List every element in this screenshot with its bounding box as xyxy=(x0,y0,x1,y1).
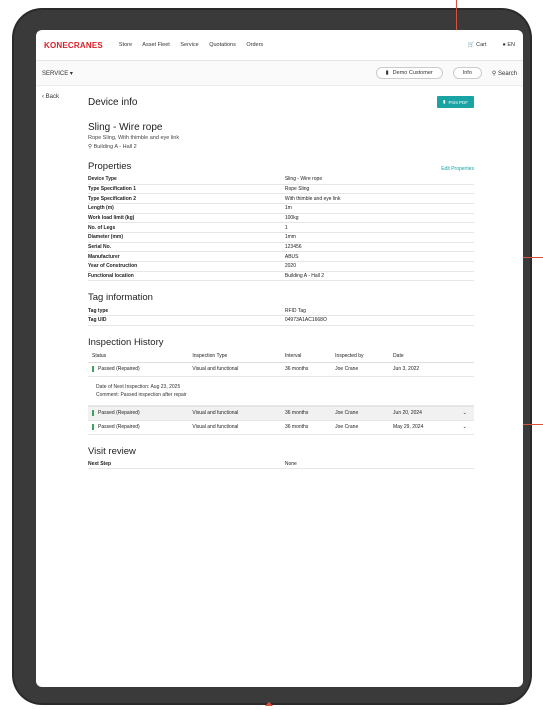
chevron-down-icon: ▾ xyxy=(69,70,73,77)
status-badge: Passed (Repaired) xyxy=(92,424,140,431)
nav-store[interactable]: Store xyxy=(119,42,132,48)
page-title: Device info xyxy=(88,96,138,108)
app-screen: KONECRANES Store Asset Fleet Service Quo… xyxy=(36,30,523,687)
chevron-left-icon: ‹ xyxy=(42,94,44,100)
search-button[interactable]: ⚲ Search xyxy=(492,70,517,77)
table-row: Serial No. 123456 xyxy=(88,242,474,253)
device-name: Sling - Wire rope xyxy=(88,122,163,133)
table-header: Status Inspection Type Interval Inspecte… xyxy=(88,350,474,363)
table-row: Functional location Building A - Hall 2 xyxy=(88,271,474,282)
section-dropdown[interactable]: SERVICE ▾ xyxy=(42,70,73,77)
properties-heading: Properties xyxy=(88,161,132,172)
table-row: Tag type RFID Tag xyxy=(88,306,474,317)
language-button[interactable]: ● EN xyxy=(503,42,516,48)
tag-information-heading: Tag information xyxy=(88,292,153,304)
info-button[interactable]: Info xyxy=(452,67,482,79)
inspection-row[interactable]: Passed (Repaired) Visual and functional … xyxy=(88,406,474,421)
edit-properties-link[interactable]: Edit Properties xyxy=(441,166,474,172)
inspection-detail: Date of Next Inspection: Aug 23, 2025 Co… xyxy=(88,377,474,406)
inspection-detail-row: Date of Next Inspection: Aug 23, 2025 Co… xyxy=(88,376,474,407)
inspection-history-heading: Inspection History xyxy=(88,336,164,348)
table-row: Year of Construction 2020 xyxy=(88,261,474,272)
globe-icon: ● xyxy=(502,42,506,48)
visit-review-table: Next Step None xyxy=(88,459,474,470)
logo: KONECRANES xyxy=(44,40,103,50)
inspection-row[interactable]: Passed (Repaired) Visual and functional … xyxy=(88,420,474,435)
table-row: Device Type Sling - Wire rope xyxy=(88,175,474,185)
device-description: Rope Sling, With thimble and eye link xyxy=(88,135,180,141)
nav-orders[interactable]: Orders xyxy=(246,42,263,48)
table-row: Tag UID 04973A1AC1668O xyxy=(88,315,474,326)
table-row: Diameter (mm) 1mm xyxy=(88,232,474,243)
document-icon: ▮ xyxy=(443,99,446,104)
status-badge: Passed (Repaired) xyxy=(92,366,140,373)
top-navigation: KONECRANES Store Asset Fleet Service Quo… xyxy=(36,30,523,61)
visit-review-heading: Visit review xyxy=(88,445,136,457)
customer-selector[interactable]: ▮ Demo Customer xyxy=(375,67,443,79)
sub-navigation: SERVICE ▾ ▮ Demo Customer Info ⚲ Search xyxy=(36,61,523,86)
table-row: Length (m) 1m xyxy=(88,203,474,214)
annotation-marker xyxy=(265,702,273,706)
nav-asset-fleet[interactable]: Asset Fleet xyxy=(142,42,170,48)
print-pdf-button[interactable]: ▮ Print PDF xyxy=(437,96,474,108)
status-badge: Passed (Repaired) xyxy=(92,410,140,417)
nav-quotations[interactable]: Quotations xyxy=(209,42,236,48)
table-row: Next Step None xyxy=(88,459,474,470)
properties-table: Device Type Sling - Wire rope Type Specif… xyxy=(88,175,474,282)
chevron-down-icon[interactable]: ⌄ xyxy=(458,420,474,435)
table-row: Manufacturer ABUS xyxy=(88,251,474,263)
next-inspection-date: Date of Next Inspection: Aug 23, 2025 xyxy=(96,383,181,390)
cart-button[interactable]: 🛒 Cart xyxy=(468,42,487,48)
cart-icon: 🛒 xyxy=(467,42,475,48)
chevron-down-icon[interactable]: ⌄ xyxy=(458,406,474,421)
inspection-table: Status Inspection Type Interval Inspecte… xyxy=(88,350,474,435)
location-pin-icon: ⚲ xyxy=(88,144,93,150)
inspection-comment: Comment: Passed inspection after repair xyxy=(96,391,187,398)
table-row: No. of Legs 1 xyxy=(88,222,474,234)
table-row: Work load limit (kg) 100kg xyxy=(88,213,474,224)
device-location: ⚲ Building A - Hall 2 xyxy=(88,144,137,150)
main-panel: Device info ▮ Print PDF Sling - Wire rope… xyxy=(88,86,474,470)
back-link[interactable]: ‹ Back xyxy=(42,94,59,100)
table-row: Type Specification 2 With thimble and eye… xyxy=(88,193,474,204)
table-row: Type Specification 1 Rope Sling xyxy=(88,184,474,195)
tag-table: Tag type RFID Tag Tag UID 04973A1AC1668O xyxy=(88,306,474,326)
main-nav: Store Asset Fleet Service Quotations Ord… xyxy=(119,42,272,48)
nav-service[interactable]: Service xyxy=(180,42,198,48)
inspection-row[interactable]: Passed (Repaired) Visual and functional … xyxy=(88,362,474,377)
building-icon: ▮ xyxy=(385,70,389,76)
search-icon: ⚲ xyxy=(491,70,497,77)
